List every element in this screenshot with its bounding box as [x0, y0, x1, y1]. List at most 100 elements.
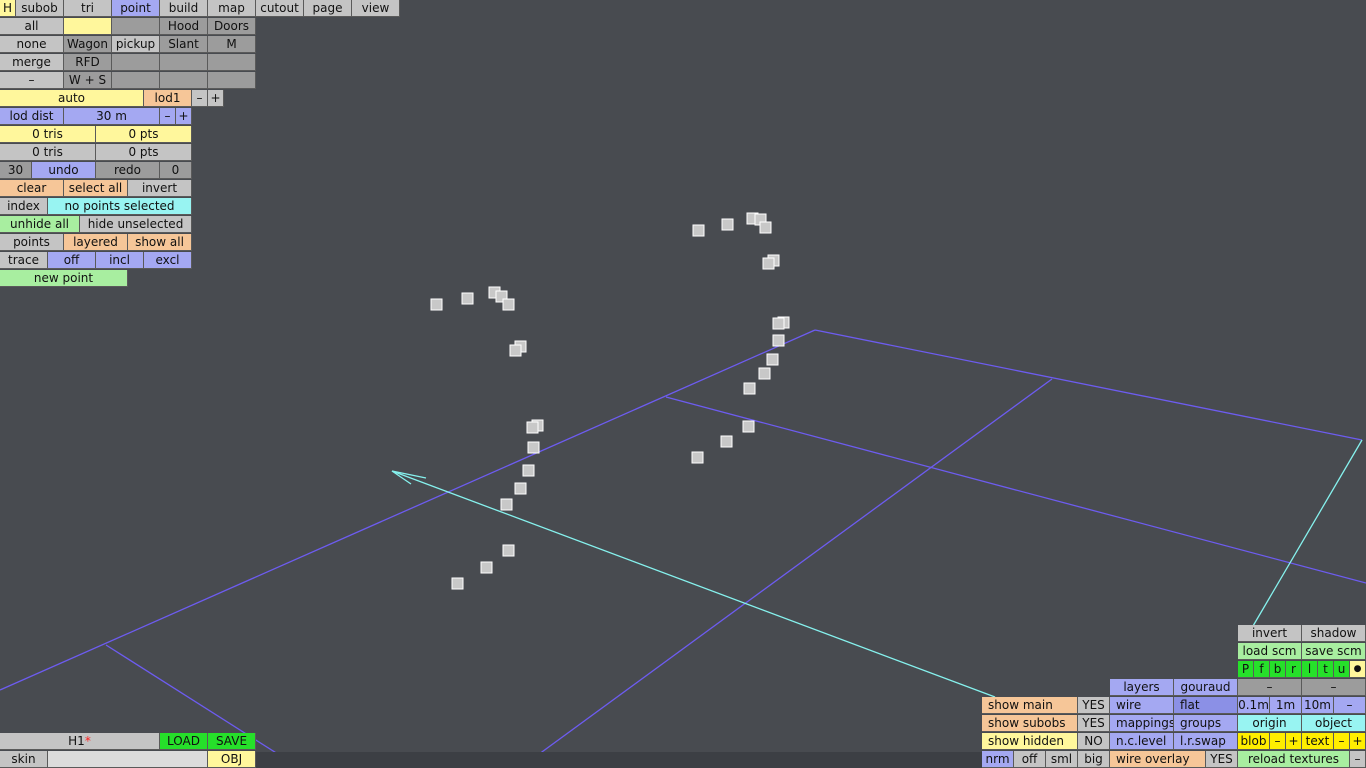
3d-viewport[interactable] [0, 0, 1366, 768]
lr-swap-button[interactable]: l.r.swap [1174, 733, 1238, 750]
tab-tri[interactable]: tri [64, 0, 112, 17]
vertex-point[interactable] [772, 317, 785, 330]
vertex-point[interactable] [514, 482, 527, 495]
slant-button[interactable]: Slant [160, 36, 208, 53]
vertex-point[interactable] [772, 334, 785, 347]
points-button[interactable]: points [0, 234, 64, 251]
lod-dist-plus-button[interactable]: + [176, 108, 192, 125]
vertex-point[interactable] [430, 298, 443, 311]
grid-10m-button[interactable]: 10m [1302, 697, 1334, 714]
vertex-point[interactable] [720, 435, 733, 448]
reload-textures-button[interactable]: reload textures [1238, 751, 1350, 768]
empty-slot[interactable] [112, 18, 160, 35]
flag-f-toggle[interactable]: f [1254, 661, 1270, 678]
trace-off-button[interactable]: off [48, 252, 96, 269]
reload-minus-button[interactable]: – [1350, 751, 1366, 768]
m-button[interactable]: M [208, 36, 256, 53]
home-button[interactable]: H [0, 0, 16, 17]
show-main-button[interactable]: show main [982, 697, 1078, 714]
nrm-button[interactable]: nrm [982, 751, 1014, 768]
object-button[interactable]: object [1302, 715, 1366, 732]
nc-level-button[interactable]: n.c.level [1110, 733, 1174, 750]
skin-field[interactable] [48, 751, 208, 768]
collapse-button[interactable]: – [0, 72, 64, 89]
show-hidden-button[interactable]: show hidden [982, 733, 1078, 750]
vertex-point[interactable] [522, 464, 535, 477]
vertex-point[interactable] [758, 367, 771, 380]
tab-view[interactable]: view [352, 0, 400, 17]
groups-button[interactable]: groups [1174, 715, 1238, 732]
vertex-point[interactable] [759, 221, 772, 234]
obj-button[interactable]: OBJ [208, 751, 256, 768]
clear-button[interactable]: clear [0, 180, 64, 197]
show-subobs-value[interactable]: YES [1078, 715, 1110, 732]
save-scm-button[interactable]: save scm [1302, 643, 1366, 660]
vertex-point[interactable] [743, 382, 756, 395]
save-button[interactable]: SAVE [208, 733, 256, 750]
tab-cutout[interactable]: cutout [256, 0, 304, 17]
show-main-value[interactable]: YES [1078, 697, 1110, 714]
file-name[interactable]: H1* [0, 733, 160, 750]
text-plus-button[interactable]: + [1350, 733, 1366, 750]
grid-minus-button[interactable]: – [1334, 697, 1366, 714]
show-all-button[interactable]: show all [128, 234, 192, 251]
vertex-point[interactable] [692, 224, 705, 237]
empty-slot[interactable] [112, 72, 160, 89]
vertex-point[interactable] [762, 257, 775, 270]
select-all-subobs-button[interactable]: all [0, 18, 64, 35]
pickup-button[interactable]: pickup [112, 36, 160, 53]
ws-button[interactable]: W + S [64, 72, 112, 89]
vertex-point[interactable] [721, 218, 734, 231]
tab-build[interactable]: build [160, 0, 208, 17]
grid-01m-button[interactable]: 0.1m [1238, 697, 1270, 714]
lod-dist-value[interactable]: 30 m [64, 108, 160, 125]
undo-button[interactable]: undo [32, 162, 96, 179]
vertex-point[interactable] [526, 421, 539, 434]
empty-slot[interactable] [64, 18, 112, 35]
new-point-button[interactable]: new point [0, 270, 128, 287]
lod-auto-button[interactable]: auto [0, 90, 144, 107]
rfd-button[interactable]: RFD [64, 54, 112, 71]
hood-button[interactable]: Hood [160, 18, 208, 35]
invert-selection-button[interactable]: invert [128, 180, 192, 197]
flag-t-toggle[interactable]: t [1318, 661, 1334, 678]
vertex-point[interactable] [527, 441, 540, 454]
flag-b-toggle[interactable]: b [1270, 661, 1286, 678]
layers-button[interactable]: layers [1110, 679, 1174, 696]
tab-subob[interactable]: subob [16, 0, 64, 17]
wagon-button[interactable]: Wagon [64, 36, 112, 53]
empty-slot[interactable] [160, 72, 208, 89]
mappings-button[interactable]: mappings [1110, 715, 1174, 732]
shadow-button[interactable]: shadow [1302, 625, 1366, 642]
tab-map[interactable]: map [208, 0, 256, 17]
empty-slot[interactable] [208, 72, 256, 89]
origin-button[interactable]: origin [1238, 715, 1302, 732]
empty-slot[interactable] [160, 54, 208, 71]
flag-l-toggle[interactable]: l [1302, 661, 1318, 678]
hide-unselected-button[interactable]: hide unselected [80, 216, 192, 233]
big-button[interactable]: big [1078, 751, 1110, 768]
redo-button[interactable]: redo [96, 162, 160, 179]
select-all-button[interactable]: select all [64, 180, 128, 197]
select-none-button[interactable]: none [0, 36, 64, 53]
trace-incl-button[interactable]: incl [96, 252, 144, 269]
layered-button[interactable]: layered [64, 234, 128, 251]
lod-level-button[interactable]: lod1 [144, 90, 192, 107]
text-minus-button[interactable]: – [1334, 733, 1350, 750]
flat-button[interactable]: flat [1174, 697, 1238, 714]
doors-button[interactable]: Doors [208, 18, 256, 35]
vertex-point[interactable] [691, 451, 704, 464]
empty-slot[interactable] [208, 54, 256, 71]
load-scm-button[interactable]: load scm [1238, 643, 1302, 660]
vertex-point[interactable] [509, 344, 522, 357]
load-button[interactable]: LOAD [160, 733, 208, 750]
vertex-point[interactable] [461, 292, 474, 305]
index-button[interactable]: index [0, 198, 48, 215]
flag-dot-toggle[interactable]: ● [1350, 661, 1366, 678]
vertex-point[interactable] [451, 577, 464, 590]
merge-button[interactable]: merge [0, 54, 64, 71]
flag-p-toggle[interactable]: P [1238, 661, 1254, 678]
unhide-all-button[interactable]: unhide all [0, 216, 80, 233]
flag-u-toggle[interactable]: u [1334, 661, 1350, 678]
wire-overlay-button[interactable]: wire overlay [1110, 751, 1206, 768]
